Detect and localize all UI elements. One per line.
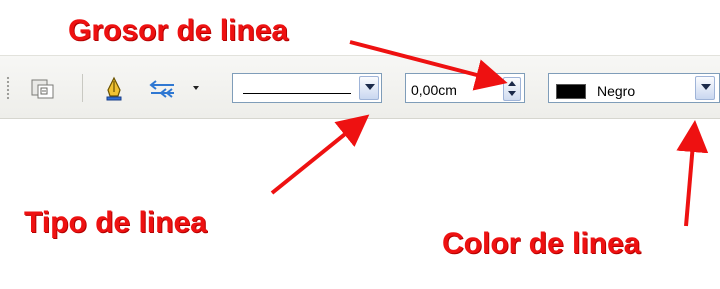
arrow-to-line-width: [349, 40, 508, 91]
callout-arrows: [270, 40, 709, 227]
arrow-to-line-color: [676, 120, 709, 227]
arrow-to-line-style: [270, 114, 370, 195]
